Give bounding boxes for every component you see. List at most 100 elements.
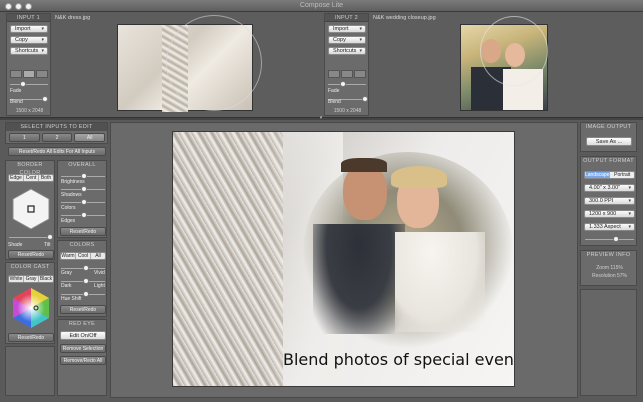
gray-label: Gray — [61, 270, 72, 276]
input2-tool-buttons — [328, 70, 366, 78]
input2-import-select[interactable]: Import — [328, 25, 366, 33]
select-input-2-button[interactable]: 2 — [41, 133, 73, 142]
input2-blend-label: Blend — [328, 99, 341, 105]
overall-reset-button[interactable]: Reset/Redo — [60, 227, 106, 236]
color-cast-header: COLOR CAST — [10, 264, 50, 270]
composite-preview[interactable]: Blend photos of special events — [172, 131, 515, 387]
input2-filename: N&K wedding closeup.jpg — [373, 15, 436, 21]
input1-crop-icon[interactable] — [23, 70, 35, 78]
edges-label: Edges — [61, 218, 76, 224]
groom-suit — [313, 224, 405, 334]
border-mode-both[interactable]: Both — [39, 175, 53, 181]
color-cast-gray[interactable]: Gray — [24, 276, 39, 282]
shadows-label: Shadows — [61, 192, 82, 198]
color-cast-panel: COLOR CAST White Gray Black Reset/Redo — [5, 262, 55, 344]
color-cast-reset-button[interactable]: Reset/Redo — [8, 333, 54, 342]
save-as-button[interactable]: Save As ... — [586, 137, 632, 146]
tone-mode-segmented[interactable]: Warm Cool All — [60, 252, 106, 260]
input1-size: 1500 x 2048 — [15, 108, 44, 114]
reset-all-edits-button[interactable]: Reset/Redo All Edits For All Inputs — [8, 147, 106, 156]
red-eye-panel: RED EYE Edit On/Off Remove Selection Rem… — [57, 319, 107, 396]
title-bar: Compose Lite — [0, 0, 643, 12]
overall-panel: OVERALL Brightness Shadows Colors Edges … — [57, 160, 107, 238]
bride-dress — [395, 232, 485, 332]
border-mode-cent[interactable]: Cent — [24, 175, 39, 181]
input1-import-select[interactable]: Import — [10, 25, 48, 33]
input1-flip-icon[interactable] — [36, 70, 48, 78]
remove-selection-button[interactable]: Remove Selection — [60, 344, 106, 353]
input1-blend-circle[interactable] — [166, 15, 262, 111]
input1-tool-buttons — [10, 70, 48, 78]
output-format-header: OUTPUT FORMAT — [583, 158, 634, 164]
input1-header: INPUT 1 — [7, 14, 50, 22]
border-color-panel: BORDER COLOR Edge Cent Both Shade Tilt R… — [5, 160, 55, 260]
colors-panel: COLORS Warm Cool All Gray Vivid Dark Lig… — [57, 240, 107, 317]
border-mode-edge[interactable]: Edge — [9, 175, 24, 181]
preview-info-header: PREVIEW INFO — [586, 252, 631, 258]
orientation-portrait[interactable]: Portrait — [610, 172, 634, 178]
divider-handle-icon[interactable]: ▾ — [318, 116, 324, 121]
input1-filename: N&K dress.jpg — [55, 15, 91, 21]
canvas-caption: Blend photos of special events — [283, 350, 515, 369]
tone-all[interactable]: All — [91, 253, 105, 259]
input2-header: INPUT 2 — [325, 14, 368, 22]
input2-shortcuts-select[interactable]: Shortcuts — [328, 47, 366, 55]
output-scale-slider[interactable] — [585, 236, 634, 242]
border-shade-label: Shade — [8, 242, 23, 248]
input2-panel: INPUT 2 Import Copy Shortcuts Fade Blend… — [324, 13, 369, 116]
pixel-size-select[interactable]: 1200 x 900 — [584, 210, 635, 218]
image-output-panel: IMAGE OUTPUT Save As ... — [580, 122, 637, 152]
tone-warm[interactable]: Warm — [61, 253, 76, 259]
preview-zoom: Zoom 115% — [596, 265, 623, 271]
border-mode-segmented[interactable]: Edge Cent Both — [8, 174, 54, 182]
input1-blend-label: Blend — [10, 99, 23, 105]
ppi-select[interactable]: 300.0 PPI — [584, 197, 635, 205]
aspect-select[interactable]: 1.333 Aspect — [584, 223, 635, 231]
color-cast-white[interactable]: White — [9, 276, 24, 282]
select-input-1-button[interactable]: 1 — [9, 133, 40, 142]
orientation-landscape[interactable]: Landscape — [585, 172, 611, 178]
input2-fade-slider[interactable] — [328, 81, 366, 87]
colors-reset-button[interactable]: Reset/Redo — [60, 305, 106, 314]
right-empty-panel — [580, 289, 637, 396]
groom-hair — [341, 158, 387, 172]
input2-copy-select[interactable]: Copy — [328, 36, 366, 44]
light-label: Light — [94, 283, 105, 289]
preview-info-panel: PREVIEW INFO Zoom 115% Resolution 57% — [580, 250, 637, 286]
red-eye-header: RED EYE — [68, 321, 96, 327]
input1-panel: INPUT 1 Import Copy Shortcuts Fade Blend… — [6, 13, 51, 116]
input1-shortcuts-select[interactable]: Shortcuts — [10, 47, 48, 55]
output-format-panel: OUTPUT FORMAT Landscape Portrait 4.00" x… — [580, 156, 637, 246]
color-cast-mode-segmented[interactable]: White Gray Black — [8, 275, 54, 283]
print-size-select[interactable]: 4.00" x 3.00" — [584, 184, 635, 192]
border-color-hexagon[interactable] — [9, 187, 53, 231]
preview-resolution: Resolution 57% — [591, 273, 628, 279]
hue-shift-label: Hue Shift — [61, 296, 82, 302]
input2-flip-icon[interactable] — [354, 70, 366, 78]
colors-header: COLORS — [69, 242, 95, 248]
input2-size: 1500 x 2048 — [333, 108, 362, 114]
window-title: Compose Lite — [299, 2, 344, 9]
border-shade-slider[interactable] — [9, 234, 53, 240]
overall-header: OVERALL — [68, 162, 96, 168]
dark-label: Dark — [61, 283, 72, 289]
color-cast-wheel[interactable] — [9, 286, 53, 330]
input1-rotate-icon[interactable] — [10, 70, 22, 78]
input2-rotate-icon[interactable] — [328, 70, 340, 78]
input1-fade-slider[interactable] — [10, 81, 48, 87]
input2-crop-icon[interactable] — [341, 70, 353, 78]
input2-blend-circle[interactable] — [480, 16, 548, 86]
border-tilt-label: Tilt — [44, 242, 51, 248]
tone-cool[interactable]: Cool — [76, 253, 91, 259]
image-output-header: IMAGE OUTPUT — [585, 124, 632, 130]
select-all-inputs-button[interactable]: All — [74, 133, 106, 142]
red-eye-edit-toggle[interactable]: Edit On/Off — [60, 331, 106, 340]
border-reset-button[interactable]: Reset/Redo — [8, 250, 54, 259]
input1-copy-select[interactable]: Copy — [10, 36, 48, 44]
input1-fade-label: Fade — [10, 88, 22, 94]
color-cast-black[interactable]: Black — [39, 276, 53, 282]
remove-redo-all-button[interactable]: Remove/Redo All — [60, 356, 106, 365]
select-inputs-panel: SELECT INPUTS TO EDIT 1 2 All — [5, 122, 108, 144]
border-color-header: BORDER COLOR — [17, 162, 43, 176]
orientation-segmented[interactable]: Landscape Portrait — [584, 171, 635, 179]
